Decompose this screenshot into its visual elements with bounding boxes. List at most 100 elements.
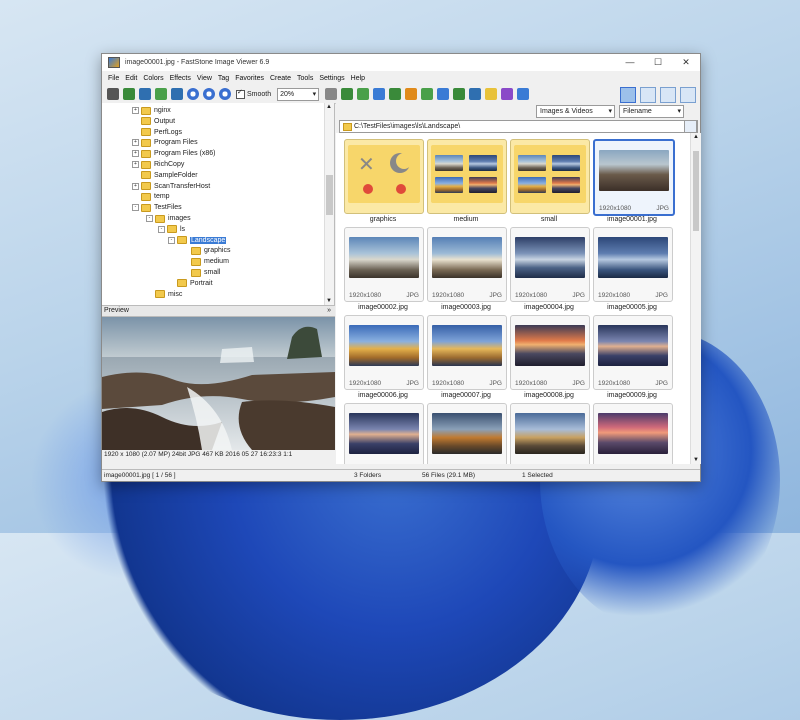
actual-size-icon[interactable] <box>219 88 231 100</box>
image-thumbnail[interactable]: 1920x1080 JPG <box>593 227 673 302</box>
image-thumbnail[interactable]: 1920x1080 JPG <box>510 227 590 302</box>
minimize-button[interactable]: — <box>616 54 644 71</box>
image-filename[interactable]: image00002.jpg <box>343 304 423 311</box>
grid-scroll-up-icon[interactable]: ▲ <box>693 134 699 140</box>
tree-expander-icon[interactable]: - <box>168 236 175 244</box>
thumbnail-size-icon[interactable] <box>464 106 474 116</box>
export-icon[interactable] <box>155 88 167 100</box>
tree-expander-icon[interactable]: - <box>132 204 139 212</box>
tree-item[interactable]: Portrait <box>168 278 213 289</box>
tree-expander-icon[interactable]: + <box>132 139 139 147</box>
image-thumbnail[interactable]: 1920x1080 JPG <box>510 315 590 390</box>
acquire-icon[interactable] <box>107 88 119 100</box>
title-bar[interactable]: image00001.jpg - FastStone Image Viewer … <box>102 54 700 71</box>
tree-item[interactable]: Output <box>132 116 175 127</box>
tree-expander-icon[interactable]: + <box>132 161 139 168</box>
histogram-icon[interactable] <box>469 88 482 100</box>
zoom-out-icon[interactable] <box>203 88 215 100</box>
tree-item[interactable]: + nginx <box>132 105 171 116</box>
menu-tools[interactable]: Tools <box>294 75 316 82</box>
grid-scroll-down-icon[interactable]: ▼ <box>693 457 699 463</box>
menu-create[interactable]: Create <box>267 75 294 82</box>
rotate-right-icon[interactable] <box>357 88 370 100</box>
open-folder-icon[interactable] <box>123 88 135 100</box>
image-thumbnail[interactable]: 1920x1080 JPG <box>427 227 507 302</box>
image-filename[interactable]: image00004.jpg <box>509 304 589 311</box>
slideshow-icon[interactable] <box>517 88 530 100</box>
tree-item[interactable]: PerfLogs <box>132 127 182 138</box>
menu-view[interactable]: View <box>194 75 215 82</box>
tree-expander-icon[interactable]: - <box>158 225 165 233</box>
scroll-down-icon[interactable]: ▼ <box>326 298 332 304</box>
layout-expand-icon[interactable] <box>680 87 696 103</box>
scroll-up-icon[interactable]: ▲ <box>326 104 332 110</box>
up-folder-icon[interactable] <box>366 106 376 116</box>
image-filename[interactable]: image00001.jpg <box>592 216 672 223</box>
tree-item[interactable]: + Program Files <box>132 137 198 148</box>
person-icon[interactable] <box>421 88 434 100</box>
sort-select[interactable]: Filename <box>619 105 684 118</box>
menu-tag[interactable]: Tag <box>215 75 232 82</box>
menu-effects[interactable]: Effects <box>167 75 194 82</box>
menu-help[interactable]: Help <box>348 75 368 82</box>
tree-expander-icon[interactable]: + <box>132 182 139 190</box>
folder-thumbnail[interactable]: ✕ <box>344 139 424 214</box>
layout-browser-icon[interactable] <box>620 87 636 103</box>
menu-file[interactable]: File <box>105 75 122 82</box>
image-thumbnail[interactable] <box>510 403 590 464</box>
smooth-check-box[interactable] <box>236 88 245 99</box>
select-all-icon[interactable] <box>450 106 460 116</box>
tree-item[interactable]: medium <box>182 256 229 267</box>
refresh-icon[interactable] <box>422 106 432 116</box>
delete-icon[interactable] <box>436 106 446 116</box>
maximize-button[interactable]: ☐ <box>644 54 672 71</box>
tree-item[interactable]: SampleFolder <box>132 170 198 181</box>
folder-tree[interactable]: ▲ ▼ + nginx Output PerfLogs + Program Files + P… <box>102 103 335 305</box>
tree-expander-icon[interactable]: + <box>132 150 139 158</box>
folder-label[interactable]: small <box>509 216 589 223</box>
layout-preview-icon[interactable] <box>640 87 656 103</box>
back-icon[interactable] <box>338 106 348 116</box>
new-folder-icon[interactable] <box>380 106 390 116</box>
menu-edit[interactable]: Edit <box>122 75 140 82</box>
rotate-left-icon[interactable] <box>341 88 354 100</box>
image-thumbnail[interactable]: 1920x1080 JPG <box>344 227 424 302</box>
close-button[interactable]: ✕ <box>672 54 700 71</box>
tree-item[interactable]: - Landscape <box>168 235 227 246</box>
preview-image[interactable] <box>102 317 335 450</box>
layout-fullscreen-icon[interactable] <box>660 87 676 103</box>
zoom-select[interactable]: 20% <box>277 87 320 101</box>
grid-scroll-thumb[interactable] <box>693 151 699 231</box>
image-filename[interactable]: image00007.jpg <box>426 392 506 399</box>
tree-item[interactable]: + RichCopy <box>132 159 184 170</box>
tree-item[interactable]: small <box>182 267 220 278</box>
tree-item[interactable]: temp <box>132 191 170 202</box>
move-to-icon[interactable] <box>408 106 418 116</box>
tree-scroll-thumb[interactable] <box>326 175 333 215</box>
fit-icon[interactable] <box>171 88 183 100</box>
undo-icon[interactable] <box>437 88 450 100</box>
save-icon[interactable] <box>139 88 151 100</box>
image-thumbnail[interactable] <box>344 403 424 464</box>
filter-select[interactable]: Images & Videos <box>536 105 615 118</box>
adjust-colors-icon[interactable] <box>405 88 418 100</box>
image-thumbnail[interactable]: 1920x1080 JPG <box>427 315 507 390</box>
crop-icon[interactable] <box>373 88 386 100</box>
image-thumbnail[interactable]: 1920x1080 JPG <box>344 315 424 390</box>
tree-item[interactable]: - images <box>146 213 191 224</box>
image-filename[interactable]: image00008.jpg <box>509 392 589 399</box>
image-thumbnail[interactable]: 1920x1080 JPG <box>593 315 673 390</box>
forward-icon[interactable] <box>352 106 362 116</box>
compare-icon[interactable] <box>485 88 498 100</box>
menu-favorites[interactable]: Favorites <box>232 75 267 82</box>
path-history-icon[interactable] <box>684 120 697 133</box>
tree-item[interactable]: + ScanTransferHost <box>132 181 210 192</box>
image-filename[interactable]: image00005.jpg <box>592 304 672 311</box>
tree-item[interactable]: - ls <box>158 224 185 235</box>
image-thumbnail[interactable]: 1920x1080 JPG <box>593 139 675 216</box>
image-thumbnail[interactable] <box>593 403 673 464</box>
folder-thumbnail[interactable] <box>427 139 507 214</box>
copy-to-icon[interactable] <box>394 106 404 116</box>
print-icon[interactable] <box>501 88 514 100</box>
redo-icon[interactable] <box>453 88 466 100</box>
